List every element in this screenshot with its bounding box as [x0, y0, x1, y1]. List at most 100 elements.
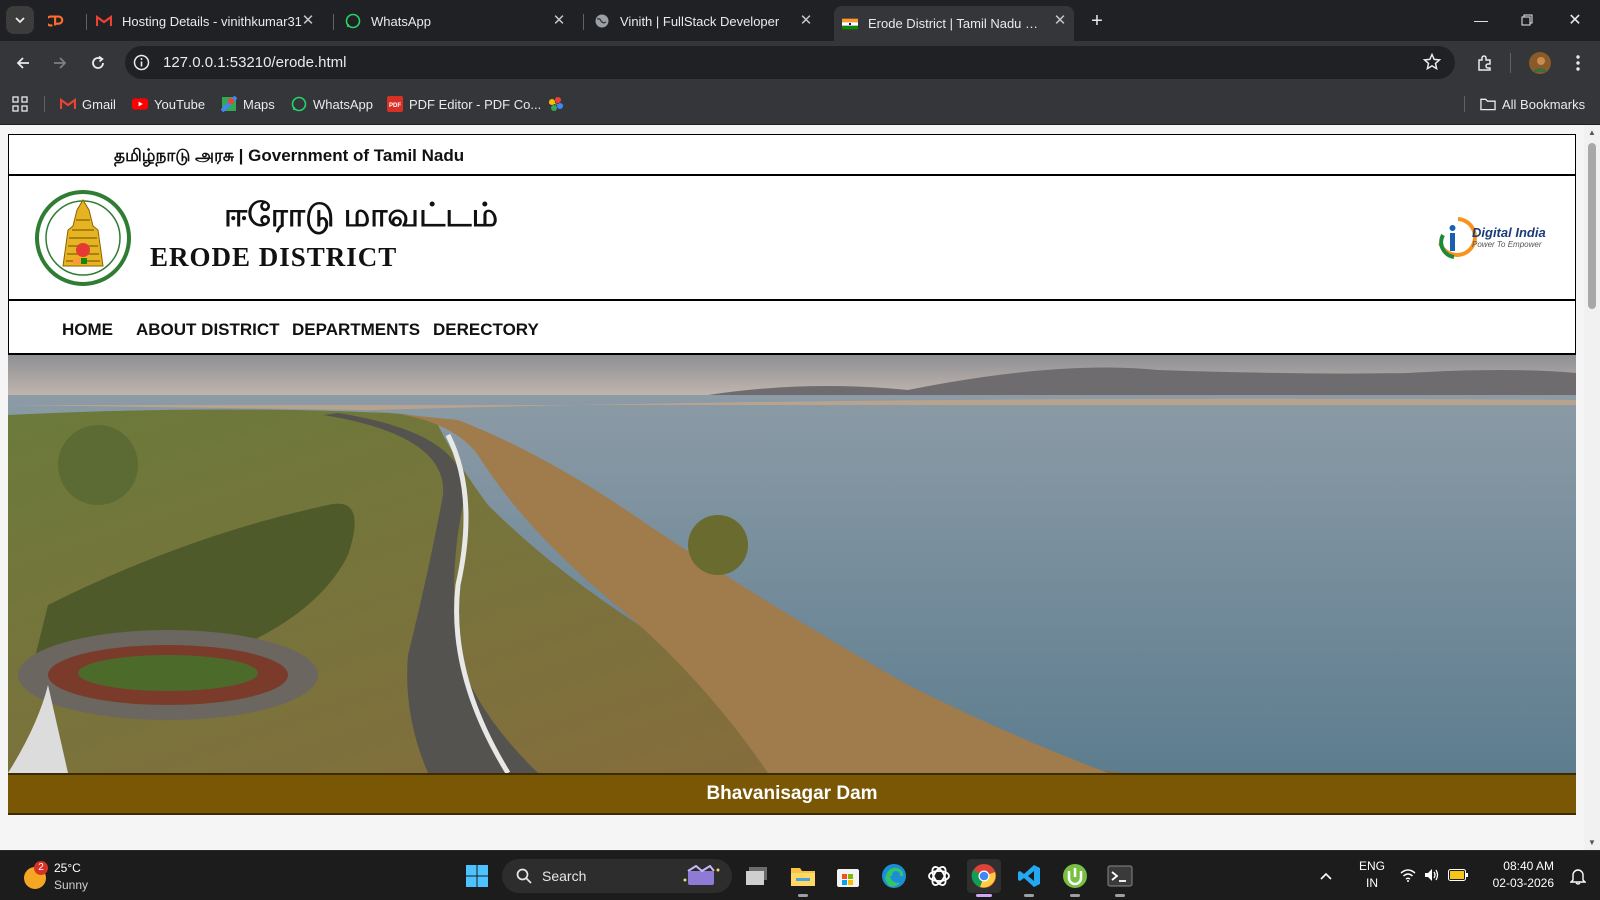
- bookmark-whatsapp[interactable]: WhatsApp: [291, 94, 373, 114]
- maps-icon: [221, 96, 237, 112]
- tab-whatsapp[interactable]: WhatsApp ✕: [345, 6, 573, 36]
- task-view-icon: [746, 867, 767, 885]
- taskbar-search[interactable]: Search: [502, 859, 732, 893]
- hero-image-bhavanisagar-dam: [8, 355, 1576, 773]
- tab-search-button[interactable]: [6, 6, 34, 34]
- taskbar-file-explorer[interactable]: [786, 859, 820, 897]
- close-icon[interactable]: ✕: [798, 13, 814, 29]
- digital-india-tagline: Power To Empower: [1472, 240, 1542, 249]
- tab-title: Erode District | Tamil Nadu | Tur: [868, 16, 1040, 31]
- tab-erode-district[interactable]: Erode District | Tamil Nadu | Tur ✕: [834, 6, 1074, 41]
- search-highlight-icon: [683, 865, 720, 885]
- minimize-icon: —: [1474, 12, 1488, 28]
- close-icon[interactable]: ✕: [300, 13, 316, 29]
- close-window-button[interactable]: ✕: [1552, 0, 1598, 40]
- avatar-icon: [1529, 52, 1551, 74]
- star-icon[interactable]: [1422, 52, 1442, 76]
- weather-condition: Sunny: [54, 878, 89, 892]
- extensions-button[interactable]: [1470, 48, 1500, 78]
- scroll-up-icon[interactable]: ▲: [1588, 128, 1596, 137]
- minimize-button[interactable]: —: [1458, 0, 1504, 40]
- vscode-icon: [1018, 865, 1040, 887]
- nav-directory[interactable]: DERECTORY: [433, 320, 539, 340]
- reload-button[interactable]: [83, 48, 113, 78]
- scroll-down-icon[interactable]: ▼: [1588, 838, 1596, 847]
- notifications-button[interactable]: [1566, 859, 1590, 893]
- language-indicator[interactable]: ENG IN: [1357, 859, 1387, 890]
- url-text[interactable]: 127.0.0.1:53210/erode.html: [163, 54, 346, 71]
- youtube-icon: [132, 96, 148, 112]
- page-scrollbar[interactable]: ▲ ▼: [1584, 125, 1600, 850]
- bookmark-maps[interactable]: Maps: [221, 94, 275, 114]
- chrome-menu-button[interactable]: [1563, 48, 1593, 78]
- more-vertical-icon: [1576, 55, 1580, 71]
- bell-icon: [1570, 869, 1586, 885]
- page-viewport: தமிழ்நாடு அரசு | Government of Tamil Nad…: [0, 125, 1584, 850]
- bookmarks-bar: Gmail YouTube Maps WhatsApp PDF PDF Edit…: [0, 84, 1600, 125]
- taskbar-microsoft-store[interactable]: [831, 859, 865, 893]
- new-tab-button[interactable]: +: [1082, 6, 1112, 36]
- india-flag-icon: [842, 16, 858, 32]
- bookmark-gmail[interactable]: Gmail: [60, 94, 116, 114]
- tab-cpanel[interactable]: [48, 6, 82, 36]
- digital-india-logo[interactable]: Digital India Power To Empower: [1434, 213, 1554, 261]
- taskbar-utorrent[interactable]: [1058, 859, 1092, 897]
- erode-site: தமிழ்நாடு அரசு | Government of Tamil Nad…: [8, 134, 1576, 815]
- profile-avatar[interactable]: [1525, 48, 1555, 78]
- bookmark-pdf-editor[interactable]: PDF PDF Editor - PDF Co...: [387, 94, 541, 114]
- nav-home[interactable]: HOME: [62, 320, 113, 340]
- taskbar-chrome[interactable]: [967, 859, 1001, 897]
- whatsapp-icon: [345, 13, 361, 29]
- close-icon[interactable]: ✕: [551, 13, 567, 29]
- plus-icon: +: [1091, 10, 1103, 32]
- bookmark-youtube[interactable]: YouTube: [132, 94, 205, 114]
- clock-time: 08:40 AM: [1503, 859, 1554, 873]
- tab-hosting-details[interactable]: Hosting Details - vinithkumar31 ✕: [96, 6, 322, 36]
- gmail-icon: [60, 96, 76, 112]
- task-view-button[interactable]: [740, 859, 774, 893]
- close-icon[interactable]: ✕: [1052, 13, 1068, 29]
- taskbar-chatgpt[interactable]: [922, 859, 956, 893]
- gmail-icon: [96, 13, 112, 29]
- start-button[interactable]: [460, 859, 494, 893]
- clock[interactable]: 08:40 AM 02-03-2026: [1484, 859, 1554, 890]
- cpanel-icon: [48, 13, 64, 29]
- tn-emblem-logo: [35, 186, 131, 290]
- windows-logo-icon: [466, 865, 488, 887]
- bookmark-label: YouTube: [154, 96, 206, 112]
- language-top: ENG: [1358, 859, 1385, 873]
- all-bookmarks-label: All Bookmarks: [1502, 96, 1586, 112]
- weather-widget[interactable]: 2 25°C Sunny: [22, 861, 102, 895]
- show-hidden-icons-button[interactable]: [1314, 859, 1338, 893]
- chevron-up-icon: [1320, 872, 1332, 880]
- chevron-down-icon: [15, 17, 25, 24]
- weather-badge: 2: [34, 861, 48, 875]
- scrollbar-thumb[interactable]: [1588, 143, 1596, 309]
- tab-title: Hosting Details - vinithkumar31: [122, 13, 302, 29]
- nav-departments[interactable]: DEPARTMENTS: [292, 320, 420, 340]
- tamil-district-title: ஈரோடு மாவட்டம்: [224, 196, 499, 233]
- taskbar-vscode[interactable]: [1012, 859, 1046, 897]
- taskbar-edge[interactable]: [877, 859, 911, 893]
- taskbar-terminal[interactable]: [1103, 859, 1137, 897]
- site-info-icon[interactable]: [133, 54, 150, 76]
- system-tray-status[interactable]: [1400, 866, 1470, 886]
- reload-icon: [92, 55, 104, 69]
- site-header: ஈரோடு மாவட்டம் ERODE DISTRICT Digital In…: [8, 176, 1576, 301]
- nav-about-district[interactable]: ABOUT DISTRICT: [136, 320, 280, 340]
- all-bookmarks-button[interactable]: All Bookmarks: [1480, 94, 1585, 114]
- arrow-left-icon: [16, 57, 29, 69]
- forward-button[interactable]: [45, 48, 75, 78]
- battery-icon: [1448, 869, 1468, 881]
- browser-toolbar: 127.0.0.1:53210/erode.html: [0, 41, 1600, 84]
- edge-icon: [882, 864, 906, 888]
- bookmark-photos[interactable]: [548, 94, 570, 114]
- address-bar[interactable]: 127.0.0.1:53210/erode.html: [125, 46, 1455, 79]
- arrow-right-icon: [54, 57, 67, 69]
- tab-portfolio[interactable]: Vinith | FullStack Developer ✕: [594, 6, 820, 36]
- store-icon: [837, 869, 859, 887]
- apps-button[interactable]: [12, 94, 28, 114]
- close-icon: ✕: [1568, 12, 1582, 29]
- restore-button[interactable]: [1504, 0, 1550, 40]
- back-button[interactable]: [8, 48, 38, 78]
